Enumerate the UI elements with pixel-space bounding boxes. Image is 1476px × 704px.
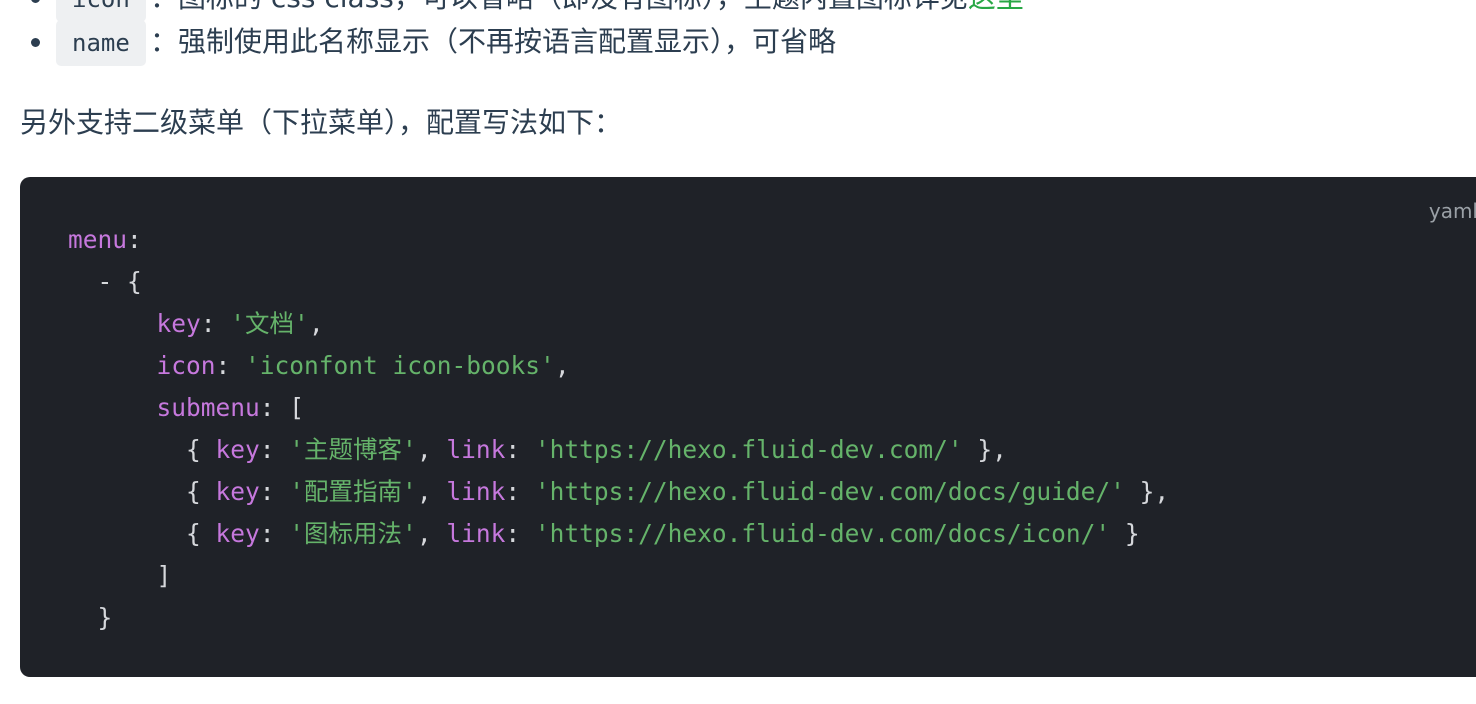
code-string-token: 'https://hexo.fluid-dev.com/docs/guide/' [534, 477, 1125, 506]
code-punct-token: : [505, 519, 535, 548]
code-punct-token: } [68, 603, 113, 632]
inline-code-icon: icon [56, 0, 146, 22]
code-key-token: key [215, 435, 260, 464]
code-punct-token: } [1110, 519, 1140, 548]
inline-code-name: name [56, 20, 146, 66]
code-punct-token: }, [1124, 477, 1170, 506]
code-punct-token: - { [68, 267, 142, 296]
code-line: { key: '主题博客', link: 'https://hexo.fluid… [68, 429, 1169, 471]
code-line: { key: '配置指南', link: 'https://hexo.fluid… [68, 471, 1169, 513]
code-punct-token: : [127, 225, 142, 254]
code-punct-token [68, 351, 157, 380]
submenu-intro-paragraph: 另外支持二级菜单（下拉菜单），配置写法如下： [20, 106, 623, 139]
code-line: icon: 'iconfont icon-books', [68, 345, 1169, 387]
code-line: ] [68, 555, 1169, 597]
code-line: } [68, 597, 1169, 639]
icon-docs-link[interactable]: 这里 [968, 0, 1024, 14]
code-key-token: submenu [156, 393, 260, 422]
code-punct-token: : [259, 519, 290, 548]
code-key-token: menu [68, 225, 128, 254]
code-punct-token: : [505, 435, 535, 464]
code-string-token: '文档' [230, 309, 309, 338]
code-line: menu: [68, 219, 1169, 261]
code-line: submenu: [ [68, 387, 1169, 429]
code-punct-token: , [416, 519, 447, 548]
code-string-token: 'https://hexo.fluid-dev.com/docs/icon/' [534, 519, 1111, 548]
code-key-token: link [446, 435, 506, 464]
code-punct-token: { [68, 519, 216, 548]
code-punct-token: , [308, 309, 324, 338]
code-string-token: '图标用法' [289, 519, 417, 548]
code-key-token: key [156, 309, 201, 338]
code-key-token: key [215, 519, 260, 548]
code-line: - { [68, 261, 1169, 303]
code-punct-token: { [68, 477, 216, 506]
code-punct-token: : [215, 351, 246, 380]
code-line: key: '文档', [68, 303, 1169, 345]
code-punct-token: : [ [259, 393, 305, 422]
code-line: { key: '图标用法', link: 'https://hexo.fluid… [68, 513, 1169, 555]
code-punct-token: { [68, 435, 216, 464]
code-punct-token [68, 393, 157, 422]
code-string-token: '主题博客' [289, 435, 417, 464]
code-punct-token: }, [962, 435, 1007, 464]
code-string-token: '配置指南' [289, 477, 417, 506]
bullet-dot [31, 38, 40, 47]
code-punct-token: , [416, 477, 447, 506]
code-punct-token: : [200, 309, 231, 338]
code-punct-token: : [259, 477, 290, 506]
code-string-token: 'iconfont icon-books' [245, 351, 555, 380]
list-item-description: ：图标的 css class，可以省略（即没有图标），主题内置图标详见 [150, 0, 968, 14]
code-punct-token [68, 309, 157, 338]
code-content: menu: - { key: '文档', icon: 'iconfont ico… [68, 219, 1169, 639]
code-punct-token: : [259, 435, 290, 464]
code-key-token: icon [156, 351, 216, 380]
code-block: yaml menu: - { key: '文档', icon: 'iconfon… [20, 177, 1476, 677]
code-punct-token: , [554, 351, 570, 380]
code-key-token: key [215, 477, 260, 506]
list-item-text: ：强制使用此名称显示（不再按语言配置显示），可省略 [150, 25, 837, 58]
code-punct-token: : [505, 477, 535, 506]
list-item-text: ：图标的 css class，可以省略（即没有图标），主题内置图标详见这里 [150, 0, 1024, 20]
code-punct-token: , [416, 435, 447, 464]
bullet-dot [31, 0, 40, 3]
code-punct-token: ] [68, 561, 172, 590]
code-key-token: link [446, 477, 506, 506]
code-key-token: link [446, 519, 506, 548]
code-language-label: yaml [1428, 199, 1476, 223]
code-string-token: 'https://hexo.fluid-dev.com/' [534, 435, 963, 464]
